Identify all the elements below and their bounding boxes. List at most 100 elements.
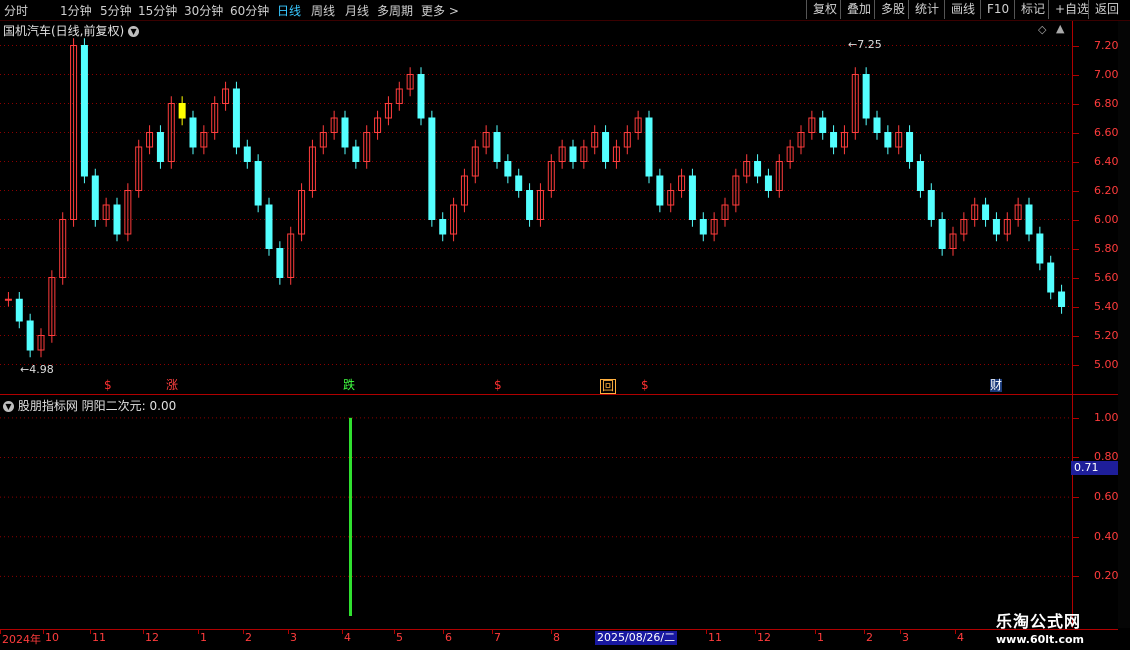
candle-body[interactable] — [916, 161, 924, 191]
x-tick — [755, 630, 756, 634]
tab-period[interactable]: 15分钟 — [138, 2, 177, 19]
tab-period[interactable]: 60分钟 — [230, 2, 269, 19]
toolbar-button[interactable]: 返回 — [1088, 0, 1125, 19]
x-tick-label: 3 — [290, 631, 297, 644]
candle-body[interactable] — [1058, 291, 1066, 307]
y-tick-label: 6.40 — [1094, 154, 1119, 168]
candle-body[interactable] — [15, 298, 23, 322]
x-tick — [43, 630, 44, 634]
candle-body[interactable] — [439, 219, 447, 235]
candle-body[interactable] — [699, 219, 707, 235]
candle-body[interactable] — [156, 132, 164, 162]
candle-body[interactable] — [515, 175, 523, 191]
candle-body[interactable] — [602, 132, 610, 162]
candle-body[interactable] — [927, 190, 935, 220]
candle-body[interactable] — [884, 132, 892, 148]
candle-body[interactable] — [688, 175, 696, 220]
toolbar-button[interactable]: 标记 — [1014, 0, 1051, 19]
candle-body[interactable] — [504, 161, 512, 177]
candle-body[interactable] — [992, 219, 1000, 235]
candle-body[interactable] — [189, 117, 197, 148]
chevron-down-icon[interactable]: ▼ — [128, 26, 140, 37]
y-tick-label: 6.60 — [1094, 125, 1119, 139]
y-tick — [1073, 277, 1079, 279]
tab-period[interactable]: 30分钟 — [184, 2, 223, 19]
y-tick — [1073, 103, 1079, 105]
candlestick-panel[interactable] — [0, 21, 1072, 393]
cursor-date: 2025/08/26/二 — [595, 631, 678, 645]
candle-body[interactable] — [938, 219, 946, 249]
toolbar-button[interactable]: 统计 — [908, 0, 945, 19]
y-tick-label: 5.20 — [1094, 328, 1119, 342]
toolbar-button[interactable]: 多股 — [874, 0, 911, 19]
x-tick-label: 8 — [553, 631, 560, 644]
signal-marker: 回 — [600, 379, 617, 394]
tab-period[interactable]: 分时 — [4, 2, 28, 19]
candle-body[interactable] — [830, 132, 838, 148]
candle-body[interactable] — [341, 117, 349, 148]
tab-period[interactable]: 多周期 — [377, 2, 413, 19]
signal-marker: $ — [641, 378, 649, 392]
side-strip — [1118, 21, 1130, 628]
x-tick — [900, 630, 901, 634]
candle-body[interactable] — [1036, 233, 1044, 264]
tab-period[interactable]: 5分钟 — [100, 2, 132, 19]
x-tick — [0, 630, 1, 634]
candle-body[interactable] — [80, 45, 88, 177]
candle-body[interactable] — [526, 190, 534, 220]
indicator-signal-bar[interactable] — [349, 417, 352, 616]
indicator-title: ▼ 股朋指标网 阴阳二次元: 0.00 — [3, 397, 176, 414]
x-tick — [492, 630, 493, 634]
candle-body[interactable] — [254, 161, 262, 206]
candle-body[interactable] — [243, 146, 251, 162]
candle-body[interactable] — [232, 88, 240, 148]
candle-body[interactable] — [91, 175, 99, 220]
candle-body[interactable] — [417, 74, 425, 119]
candle-body[interactable] — [754, 161, 762, 177]
candle-body[interactable] — [873, 117, 881, 133]
x-tick — [394, 630, 395, 634]
candle-body[interactable] — [982, 204, 990, 220]
x-axis-line — [0, 629, 1118, 630]
tab-period[interactable]: 日线 — [277, 2, 301, 19]
tab-period[interactable]: 月线 — [345, 2, 369, 19]
candle-body[interactable] — [428, 117, 436, 220]
indicator-chart[interactable] — [0, 396, 1072, 628]
signal-marker: 财 — [990, 378, 1003, 392]
candle-body[interactable] — [113, 204, 121, 235]
candle-body[interactable] — [645, 117, 653, 177]
candlestick-chart[interactable] — [0, 21, 1072, 393]
diamond-icon[interactable]: ◇ — [1038, 23, 1046, 36]
y-tick-label: 6.00 — [1094, 212, 1119, 226]
candle-body[interactable] — [493, 132, 501, 162]
toolbar-button[interactable]: 画线 — [944, 0, 981, 19]
high-price-label: ←7.25 — [848, 38, 882, 51]
candle-body[interactable] — [764, 175, 772, 191]
candle-body[interactable] — [1025, 204, 1033, 235]
candle-body[interactable] — [276, 248, 284, 278]
candle-body[interactable] — [265, 204, 273, 249]
tab-period[interactable]: 周线 — [311, 2, 335, 19]
toolbar-button[interactable]: 复权 — [806, 0, 843, 19]
candle-body[interactable] — [862, 74, 870, 119]
low-price-label: ←4.98 — [20, 363, 54, 376]
candle-body[interactable] — [352, 146, 360, 162]
y-tick-label: 0.60 — [1094, 490, 1119, 504]
tab-period[interactable]: 更多 > — [421, 2, 459, 19]
candle-body[interactable] — [819, 117, 827, 133]
x-tick-label: 7 — [494, 631, 501, 644]
toolbar-button[interactable]: 叠加 — [840, 0, 877, 19]
chevron-down-icon[interactable]: ▼ — [3, 401, 14, 412]
candle-body[interactable] — [4, 298, 12, 301]
candle-body[interactable] — [569, 146, 577, 162]
toolbar-button[interactable]: F10 — [980, 0, 1015, 19]
candle-body[interactable] — [178, 103, 186, 119]
candle-body[interactable] — [1047, 262, 1055, 293]
tab-period[interactable]: 1分钟 — [60, 2, 92, 19]
candle-body[interactable] — [26, 320, 34, 351]
indicator-panel[interactable] — [0, 396, 1072, 628]
candle-body[interactable] — [656, 175, 664, 206]
candle-body[interactable] — [906, 132, 914, 162]
up-arrow-icon[interactable]: ▲ — [1056, 22, 1064, 35]
x-tick — [443, 630, 444, 634]
